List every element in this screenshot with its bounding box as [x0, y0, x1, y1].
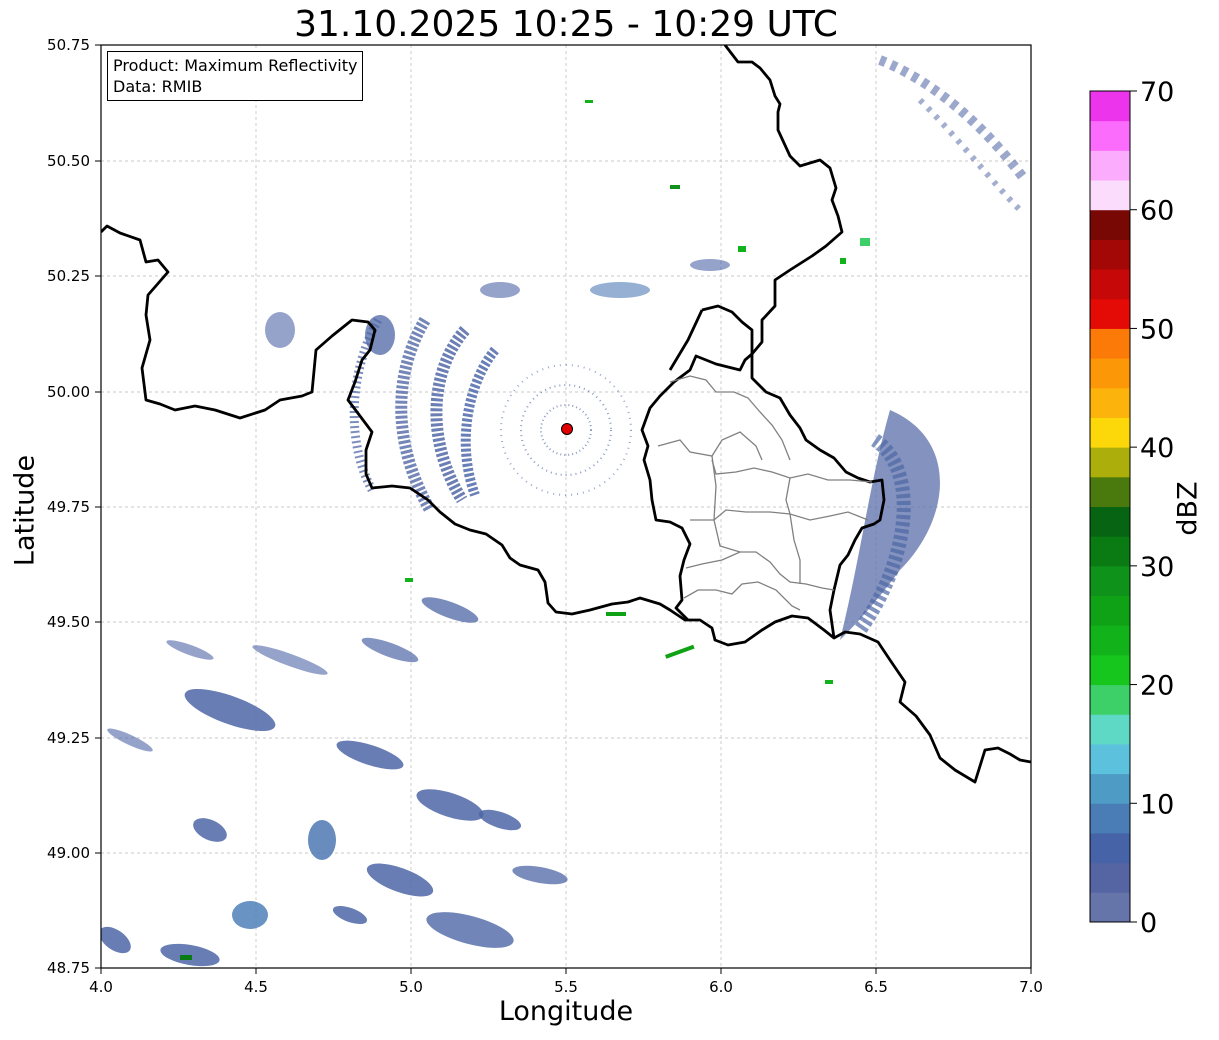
- colorbar-segment: [1090, 862, 1130, 893]
- colorbar-label: dBZ: [1172, 481, 1204, 536]
- colorbar-segment: [1090, 387, 1130, 418]
- colorbar-segment: [1090, 892, 1130, 923]
- colorbar-segment: [1090, 239, 1130, 270]
- colorbar-segment: [1090, 269, 1130, 300]
- data-source-text: Data: RMIB: [113, 77, 203, 96]
- colorbar-segment: [1090, 536, 1130, 567]
- y-tick-label: 49.75: [47, 498, 90, 516]
- colorbar-segment: [1090, 358, 1130, 389]
- y-axis: 48.75 49.00 49.25 49.50 49.75 50.00 50.2…: [47, 36, 101, 977]
- colorbar-segment: [1090, 832, 1130, 864]
- y-tick-label: 50.50: [47, 152, 90, 170]
- product-text: Product: Maximum Reflectivity: [113, 56, 358, 75]
- colorbar-tick-label: 30: [1140, 552, 1174, 583]
- colorbar-segment: [1090, 180, 1130, 211]
- y-axis-label: Latitude: [9, 454, 41, 567]
- radar-site-marker: [561, 423, 573, 435]
- colorbar-segment: [1090, 447, 1130, 478]
- colorbar-tick-label: 60: [1140, 196, 1174, 227]
- colorbar-tick-label: 50: [1140, 314, 1174, 345]
- y-tick-label: 50.75: [47, 36, 90, 54]
- colorbar-segment: [1090, 298, 1130, 329]
- colorbar-segment: [1090, 328, 1130, 359]
- x-tick-label: 5.5: [554, 978, 578, 996]
- colorbar-segment: [1090, 803, 1130, 834]
- colorbar-segment: [1090, 506, 1130, 537]
- colorbar-segment: [1090, 625, 1130, 656]
- x-tick-label: 5.0: [399, 978, 423, 996]
- colorbar-segment: [1090, 417, 1130, 448]
- colorbar-segment: [1090, 773, 1130, 804]
- colorbar-segment: [1090, 595, 1130, 626]
- colorbar-segment: [1090, 684, 1130, 715]
- colorbar: 0 10 20 30 40 50 60 70: [1089, 77, 1174, 939]
- x-tick-label: 4.0: [89, 978, 113, 996]
- x-tick-label: 6.5: [864, 978, 888, 996]
- colorbar-tick-label: 10: [1140, 789, 1174, 820]
- colorbar-tick-label: 0: [1140, 908, 1157, 939]
- x-tick-label: 7.0: [1019, 978, 1043, 996]
- colorbar-segment: [1090, 209, 1130, 240]
- x-tick-label: 6.0: [709, 978, 733, 996]
- colorbar-segment: [1090, 714, 1130, 745]
- colorbar-segment: [1090, 565, 1130, 597]
- x-axis: 4.0 4.5 5.0 5.5 6.0 6.5 7.0: [89, 968, 1043, 996]
- y-tick-label: 49.00: [47, 844, 90, 862]
- colorbar-segment: [1090, 91, 1130, 122]
- colorbar-segment: [1090, 150, 1130, 181]
- y-tick-label: 48.75: [47, 959, 90, 977]
- colorbar-segment: [1090, 120, 1130, 151]
- colorbar-tick-label: 70: [1140, 77, 1174, 108]
- colorbar-tick-label: 40: [1140, 433, 1174, 464]
- x-tick-label: 4.5: [244, 978, 268, 996]
- y-tick-label: 49.25: [47, 729, 90, 747]
- colorbar-segment: [1090, 743, 1130, 775]
- y-tick-label: 49.50: [47, 613, 90, 631]
- y-tick-label: 50.25: [47, 267, 90, 285]
- x-axis-label: Longitude: [498, 996, 634, 1027]
- colorbar-segment: [1090, 476, 1130, 507]
- info-box: Product: Maximum Reflectivity Data: RMIB: [107, 51, 364, 101]
- colorbar-segment: [1090, 654, 1130, 686]
- y-tick-label: 50.00: [47, 383, 90, 401]
- radar-map: 4.0 4.5 5.0 5.5 6.0 6.5 7.0 48.75 49.00 …: [47, 36, 1174, 996]
- colorbar-tick-label: 20: [1140, 671, 1174, 702]
